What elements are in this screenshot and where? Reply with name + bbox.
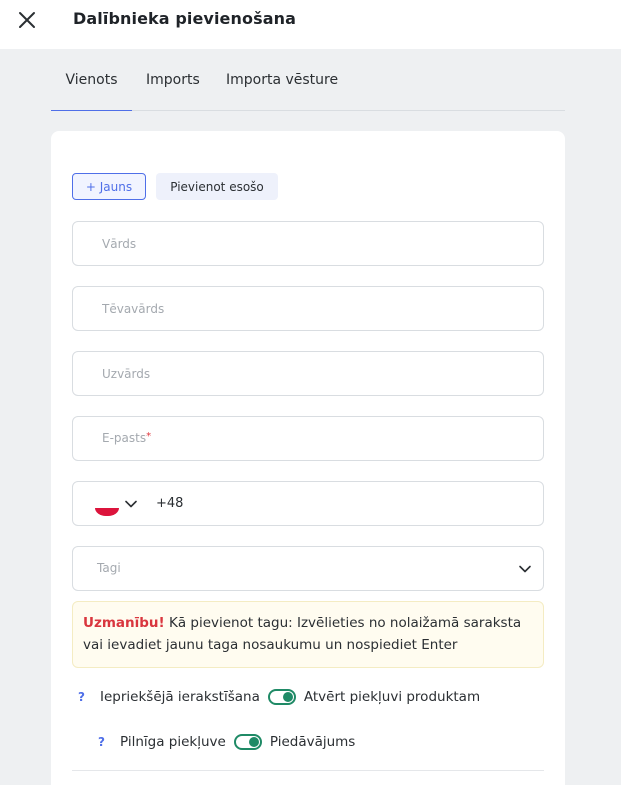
chevron-down-icon [519,565,531,573]
offer-toggle-row: ? Pilnīga piekļuve Piedāvājums [98,734,355,750]
access-mode-toggle[interactable] [267,689,296,705]
offer-label: Piedāvājums [269,734,356,750]
open-access-label: Atvērt piekļuvi produktam [303,689,481,705]
page-title: Dalībnieka pievienošana [73,9,296,28]
form-card: + Jauns Pievienot esošo E-pasts* +48 Tag… [51,131,565,785]
top-bar: Dalībnieka pievienošana [0,0,621,49]
tab-import[interactable]: Imports [146,62,200,110]
help-icon[interactable]: ? [98,735,120,749]
last-name-field [72,351,544,396]
phone-field: +48 [72,481,544,526]
access-toggle-row: ? Iepriekšējā ierakstīšana Atvērt piekļu… [78,689,480,705]
tags-select[interactable]: Tagi [72,546,544,591]
full-access-label: Pilnīga piekļuve [120,734,226,750]
poland-flag-icon[interactable] [95,500,119,516]
tab-bar: Vienots Imports Importa vēsture [51,62,565,111]
patronymic-field [72,286,544,331]
tag-hint-alert: Uzmanību! Kā pievienot tagu: Izvēlieties… [72,601,544,668]
new-member-button[interactable]: + Jauns [72,173,146,200]
tags-placeholder: Tagi [97,561,121,575]
help-icon[interactable]: ? [78,690,100,704]
close-icon[interactable] [15,8,39,32]
email-input[interactable] [73,417,543,460]
first-name-field [72,221,544,266]
alert-title: Uzmanību! [83,615,165,631]
divider [72,770,544,771]
phone-input[interactable]: +48 [156,496,183,511]
offer-mode-toggle[interactable] [233,734,262,750]
add-existing-button[interactable]: Pievienot esošo [156,173,278,200]
tab-import-history[interactable]: Importa vēsture [226,62,338,110]
last-name-input[interactable] [73,352,543,395]
email-field: E-pasts* [72,416,544,461]
preregistration-label: Iepriekšējā ierakstīšana [100,689,260,705]
tab-single[interactable]: Vienots [51,62,132,111]
chevron-down-icon[interactable] [124,497,138,511]
patronymic-input[interactable] [73,287,543,330]
first-name-input[interactable] [73,222,543,265]
